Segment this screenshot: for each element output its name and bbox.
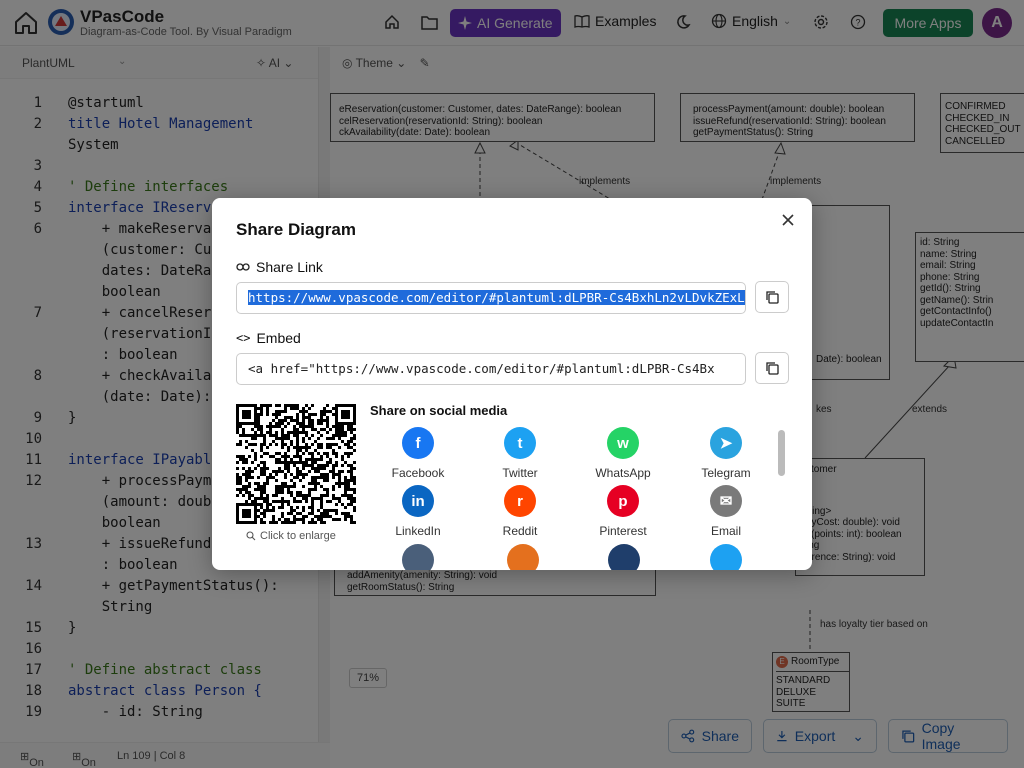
share-whatsapp-button[interactable]: w WhatsApp xyxy=(578,427,668,480)
share-twitter-button[interactable]: t Twitter xyxy=(475,427,565,480)
embed-code-value: <a href="https://www.vpascode.com/editor… xyxy=(248,361,715,376)
telegram-icon: ➤ xyxy=(710,427,742,459)
facebook-icon: f xyxy=(402,427,434,459)
social-partial-icon[interactable] xyxy=(710,544,742,570)
dialog-title: Share Diagram xyxy=(236,220,356,239)
qr-enlarge-hint[interactable]: Click to enlarge xyxy=(246,530,336,542)
copy-embed-button[interactable] xyxy=(755,352,789,384)
zoom-in-icon xyxy=(246,531,256,541)
share-link-value: https://www.vpascode.com/editor/#plantum… xyxy=(248,290,745,305)
share-email-button[interactable]: ✉ Email xyxy=(681,485,771,538)
social-partial-icon[interactable] xyxy=(402,544,434,570)
pinterest-icon: p xyxy=(607,485,639,517)
copy-icon xyxy=(766,362,779,375)
copy-icon xyxy=(766,291,779,304)
social-heading: Share on social media xyxy=(370,403,508,418)
social-label: Email xyxy=(710,524,741,538)
embed-heading: <> Embed xyxy=(236,330,301,346)
social-label: LinkedIn xyxy=(395,524,441,538)
share-link-field[interactable]: https://www.vpascode.com/editor/#plantum… xyxy=(236,282,746,314)
social-label: Facebook xyxy=(391,466,445,480)
copy-link-button[interactable] xyxy=(755,281,789,313)
social-label: Pinterest xyxy=(599,524,647,538)
social-scrollbar[interactable] xyxy=(778,430,785,476)
social-label: WhatsApp xyxy=(595,466,651,480)
share-facebook-button[interactable]: f Facebook xyxy=(373,427,463,480)
reddit-icon: r xyxy=(504,485,536,517)
share-link-label: Share Link xyxy=(256,259,323,275)
code-icon: <> xyxy=(236,331,251,345)
twitter-icon: t xyxy=(504,427,536,459)
link-icon xyxy=(236,263,250,271)
share-pinterest-button[interactable]: p Pinterest xyxy=(578,485,668,538)
email-icon: ✉ xyxy=(710,485,742,517)
share-linkedin-button[interactable]: in LinkedIn xyxy=(373,485,463,538)
share-reddit-button[interactable]: r Reddit xyxy=(475,485,565,538)
social-partial-icon[interactable] xyxy=(608,544,640,570)
embed-code-field[interactable]: <a href="https://www.vpascode.com/editor… xyxy=(236,353,746,385)
embed-label: Embed xyxy=(256,330,301,346)
social-label: Twitter xyxy=(502,466,538,480)
social-label: Telegram xyxy=(701,466,751,480)
social-label: Reddit xyxy=(502,524,538,538)
close-icon[interactable] xyxy=(780,212,796,228)
social-partial-icon[interactable] xyxy=(507,544,539,570)
share-link-heading: Share Link xyxy=(236,259,323,275)
whatsapp-icon: w xyxy=(607,427,639,459)
share-diagram-dialog: Share Diagram Share Link https://www.vpa… xyxy=(212,198,812,570)
qr-code[interactable] xyxy=(236,404,356,524)
linkedin-icon: in xyxy=(402,485,434,517)
share-telegram-button[interactable]: ➤ Telegram xyxy=(681,427,771,480)
qr-caption-text: Click to enlarge xyxy=(260,530,336,542)
